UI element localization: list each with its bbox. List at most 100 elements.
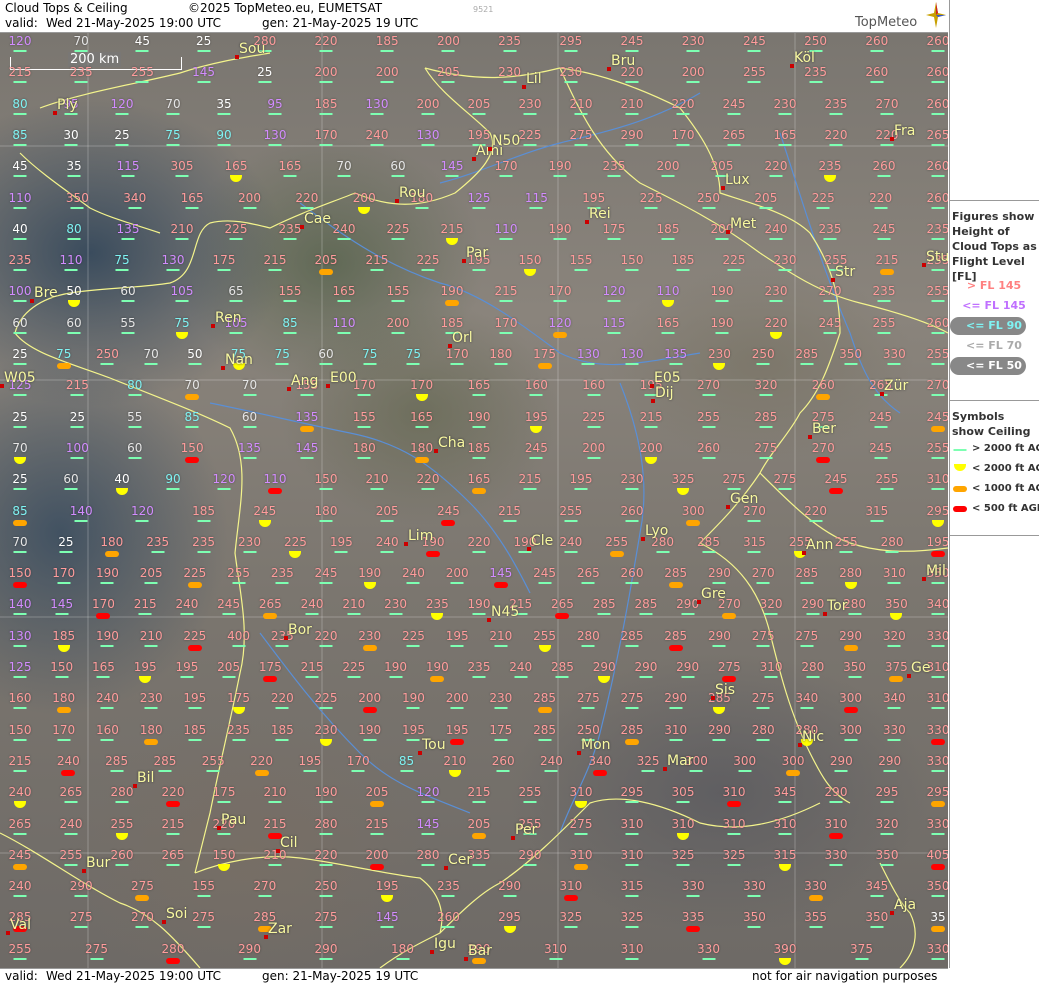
image-id: 9521 (473, 5, 494, 14)
ceiling-symbol (55, 613, 69, 616)
cloud-top-value: 215 (494, 284, 518, 299)
ceiling-symbol (676, 143, 690, 146)
ceiling-symbol (229, 237, 243, 240)
ceiling-symbol (834, 769, 848, 772)
ceiling-symbol (769, 300, 783, 303)
ceiling-symbol (303, 769, 317, 772)
cloud-top-value: 25 (69, 409, 86, 424)
ceiling-symbol (676, 863, 690, 866)
ceiling-symbol (931, 769, 945, 772)
cloud-top-value: 90 (216, 127, 232, 142)
cloud-top-value: 310 (926, 691, 948, 706)
cloud-top-value: 60 (127, 440, 143, 455)
cloud-top-value: 285 (620, 722, 644, 737)
ceiling-symbol (747, 519, 761, 522)
cloud-top-value: 235 (926, 221, 948, 236)
ceiling-symbol (67, 237, 81, 240)
cloud-top-value: 255 (518, 785, 542, 800)
cloud-top-value: 230 (773, 253, 797, 268)
legend-fl-le90: <= FL 90 (966, 319, 1022, 332)
ceiling-symbol (537, 363, 552, 369)
ceiling-symbol (778, 488, 792, 491)
cloud-top-value: 255 (533, 628, 557, 643)
ceiling-symbol (625, 582, 639, 585)
cloud-top-value: 270 (875, 96, 899, 111)
ceiling-symbol (472, 269, 486, 272)
ceiling-symbol (523, 112, 537, 115)
city-label: Tou (422, 737, 446, 753)
cloud-top-value: 190 (440, 284, 464, 299)
city-label: Bar (468, 943, 492, 959)
ceiling-symbol (870, 81, 884, 84)
legend-fl-gt145: > FL 145 (966, 279, 1022, 292)
cloud-top-value: 255 (875, 472, 899, 487)
cloud-top-value: 255 (130, 65, 154, 80)
cloud-top-value: 205 (467, 96, 491, 111)
cloud-top-value: 285 (664, 566, 688, 581)
cloud-top-value: 85 (184, 409, 200, 424)
ceiling-symbol (268, 863, 282, 866)
cloud-top-value: 120 (110, 96, 134, 111)
ceiling-symbol (702, 550, 715, 553)
cloud-top-value: 295 (926, 785, 948, 800)
ceiling-symbol (555, 613, 570, 620)
cloud-top-value: 120 (130, 503, 154, 518)
ceiling-symbol (406, 707, 420, 710)
ceiling-symbol (829, 143, 843, 146)
ceiling-symbol (380, 50, 394, 52)
city-label: Cil (280, 835, 298, 851)
city-label: Bor (288, 622, 312, 638)
ceiling-symbol (13, 269, 27, 272)
cloud-top-value: 155 (278, 284, 302, 299)
cloud-top-value: 165 (224, 159, 248, 174)
cloud-top-value: 195 (298, 753, 322, 768)
cloud-top-value: 175 (212, 785, 236, 800)
ceiling-symbol (870, 895, 884, 898)
cloud-top-value: 130 (8, 628, 32, 643)
ceiling-symbol (13, 363, 27, 365)
cloud-top-value: 185 (375, 34, 399, 48)
cloud-top-value: 300 (781, 753, 805, 768)
ceiling-symbol (661, 331, 675, 334)
ceiling-symbol (74, 519, 88, 522)
ceiling-symbol (406, 644, 420, 647)
cloud-top-value: 285 (153, 753, 177, 768)
ceiling-symbol (166, 112, 180, 115)
ceiling-symbol (166, 957, 180, 964)
cloud-top-value: 255 (926, 440, 948, 455)
cloud-top-value: 220 (869, 190, 893, 205)
ceiling-symbol (472, 206, 486, 209)
cloud-top-value: 290 (69, 879, 93, 894)
ceiling-symbol (243, 957, 256, 960)
ceiling-symbol (931, 206, 945, 209)
cloud-top-value: 250 (804, 34, 828, 48)
copyright: ©2025 TopMeteo.eu, EUMETSAT (188, 1, 383, 15)
city-label: Lil (526, 71, 542, 87)
ceiling-symbol (441, 519, 456, 526)
cloud-top-value: 350 (865, 910, 889, 925)
cloud-top-value: 75 (165, 127, 181, 142)
cloud-top-value: 60 (66, 315, 82, 330)
cloud-top-value: 230 (620, 472, 644, 487)
ceiling-symbol (880, 112, 894, 115)
cloud-top-value: 330 (804, 879, 828, 894)
ceiling-symbol (686, 50, 700, 52)
cloud-top-value: 260 (926, 96, 948, 111)
satellite-map[interactable]: 200 km 120 70 45 25 280 220 185 200 235 295 245 230… (0, 33, 948, 968)
ceiling-symbol (764, 613, 778, 616)
cloud-top-value: 270 (697, 378, 720, 393)
cloud-top-value: 35 (216, 96, 232, 111)
ceiling-symbol (877, 237, 891, 240)
ceiling-symbol (625, 863, 639, 866)
ceiling-symbol (319, 926, 333, 929)
cloud-top-value: 200 (436, 34, 460, 48)
ceiling-lt2000-label: < 2000 ft AGL (972, 463, 1039, 474)
ceiling-symbol (661, 237, 675, 240)
cloud-top-value: 315 (773, 847, 797, 862)
cloud-top-value: 190 (710, 315, 734, 330)
ceiling-symbol (564, 550, 578, 553)
ceiling-symbol (56, 363, 71, 369)
cloud-top-value: 110 (8, 190, 32, 205)
ceiling-symbol (391, 331, 405, 334)
cloud-top-value: 175 (533, 347, 557, 361)
